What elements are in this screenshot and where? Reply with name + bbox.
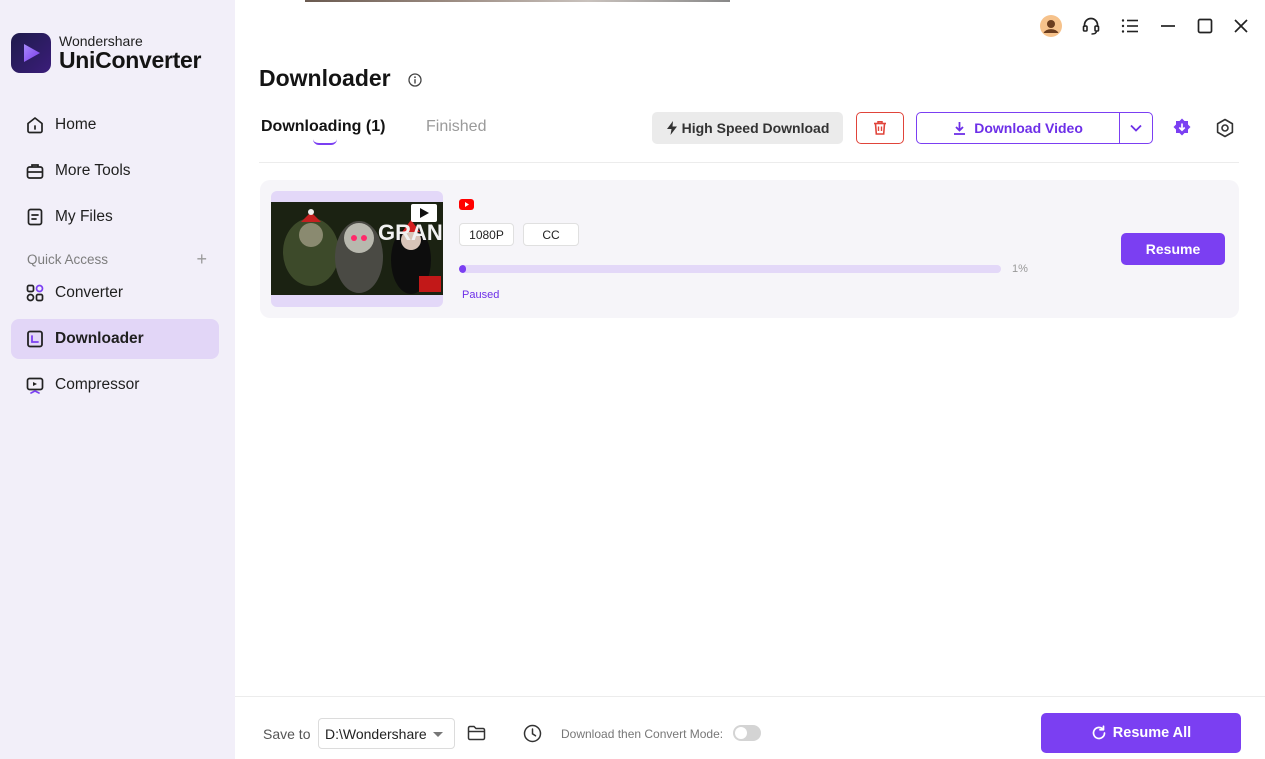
sidebar: Wondershare UniConverter Home More Tools… xyxy=(0,0,235,759)
sidebar-item-home[interactable]: Home xyxy=(11,105,219,145)
brand: Wondershare UniConverter xyxy=(11,33,201,73)
refresh-icon xyxy=(1092,725,1106,740)
youtube-icon xyxy=(459,197,474,210)
resume-all-button[interactable]: Resume All xyxy=(1041,713,1241,753)
sidebar-item-my-files[interactable]: My Files xyxy=(11,197,219,237)
settings-gear-icon[interactable] xyxy=(1213,116,1237,140)
sidebar-item-compressor[interactable]: Compressor xyxy=(11,365,219,405)
menu-list-icon[interactable] xyxy=(1118,14,1142,38)
download-status: Paused xyxy=(462,289,500,301)
high-speed-download-label: High Speed Download xyxy=(681,120,830,136)
quick-access-header: Quick Access + xyxy=(27,250,207,268)
save-to-label: Save to xyxy=(263,726,311,742)
download-progress-bar xyxy=(459,265,1001,273)
save-path-value: D:\Wondershare xyxy=(325,725,427,742)
support-headset-icon[interactable] xyxy=(1079,14,1103,38)
download-progress-fill xyxy=(459,265,466,273)
header-divider xyxy=(259,162,1239,163)
quick-access-label: Quick Access xyxy=(27,251,109,267)
convert-mode-label: Download then Convert Mode: xyxy=(561,727,724,741)
sidebar-item-label: Downloader xyxy=(55,330,144,347)
quality-badge: 1080P xyxy=(459,223,514,246)
add-quick-access-button[interactable]: + xyxy=(196,250,207,268)
toggle-knob xyxy=(735,727,747,739)
schedule-clock-icon[interactable] xyxy=(521,722,543,744)
sidebar-item-downloader[interactable]: Downloader xyxy=(11,319,219,359)
download-icon xyxy=(954,122,966,135)
sidebar-item-label: My Files xyxy=(55,208,113,225)
delete-button[interactable] xyxy=(856,112,904,144)
close-icon[interactable] xyxy=(1229,14,1253,38)
footer-divider xyxy=(235,696,1265,697)
resume-button[interactable]: Resume xyxy=(1121,233,1225,265)
active-tab-indicator xyxy=(313,139,337,145)
sidebar-item-converter[interactable]: Converter xyxy=(11,273,219,313)
sidebar-item-label: More Tools xyxy=(55,162,131,179)
brand-company: Wondershare xyxy=(59,33,143,49)
plugin-download-icon[interactable] xyxy=(1170,116,1194,140)
home-icon xyxy=(24,114,46,136)
page-title: Downloader xyxy=(259,65,391,91)
minimize-icon[interactable] xyxy=(1156,14,1180,38)
progress-percent: 1% xyxy=(1012,263,1028,275)
download-options-dropdown[interactable] xyxy=(1119,113,1152,143)
maximize-icon[interactable] xyxy=(1193,14,1217,38)
sidebar-item-more-tools[interactable]: More Tools xyxy=(11,151,219,191)
info-icon[interactable] xyxy=(408,73,422,87)
subtitle-badge: CC xyxy=(523,223,579,246)
video-thumbnail[interactable]: GRANNY xyxy=(271,191,443,307)
compressor-icon xyxy=(24,374,46,396)
background-window-strip xyxy=(305,0,730,2)
brand-product: UniConverter xyxy=(59,47,202,73)
sidebar-item-label: Home xyxy=(55,116,97,133)
files-icon xyxy=(24,206,46,228)
converter-icon xyxy=(24,282,46,304)
save-path-dropdown[interactable]: D:\Wondershare xyxy=(318,718,455,749)
download-video-split-button: Download Video xyxy=(916,112,1153,144)
convert-mode-toggle[interactable] xyxy=(733,725,761,741)
trash-icon xyxy=(874,121,886,135)
tab-finished[interactable]: Finished xyxy=(426,118,486,136)
tab-downloading[interactable]: Downloading (1) xyxy=(261,118,385,136)
app-logo-icon xyxy=(11,33,51,73)
download-video-button[interactable]: Download Video xyxy=(917,113,1119,143)
download-item-card: GRANNY 1080P CC 1% Paused Resume xyxy=(260,180,1239,318)
lightning-icon xyxy=(666,121,677,135)
download-video-label: Download Video xyxy=(974,120,1083,136)
toolbox-icon xyxy=(24,160,46,182)
caret-down-icon xyxy=(433,732,443,737)
chevron-down-icon xyxy=(1130,124,1142,132)
high-speed-download-button[interactable]: High Speed Download xyxy=(652,112,843,144)
user-avatar-icon[interactable] xyxy=(1039,14,1063,38)
downloader-icon xyxy=(24,328,46,350)
sidebar-item-label: Converter xyxy=(55,284,124,301)
open-folder-icon[interactable] xyxy=(465,722,487,744)
resume-all-label: Resume All xyxy=(1112,725,1192,741)
thumbnail-title-text: GRANNY xyxy=(378,220,443,245)
thumbnail-image: GRANNY xyxy=(271,202,443,295)
sidebar-item-label: Compressor xyxy=(55,376,140,393)
